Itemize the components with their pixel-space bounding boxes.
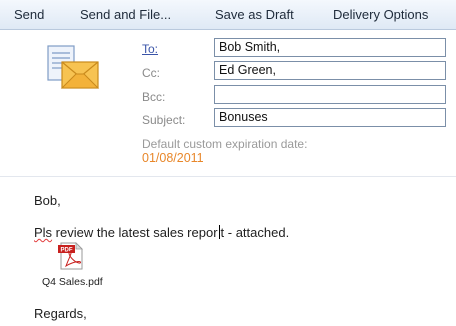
send-button[interactable]: Send	[14, 7, 44, 22]
body-line: Pls review the latest sales repor t - att…	[34, 225, 289, 240]
body-line-part-2: t - attached.	[220, 225, 290, 240]
greeting-text: Bob,	[34, 193, 61, 208]
closing-text: Regards,	[34, 306, 87, 321]
attachment-file-name[interactable]: Q4 Sales.pdf	[42, 276, 103, 288]
subject-label: Subject:	[142, 113, 186, 127]
delivery-options-button[interactable]: Delivery Options	[333, 7, 428, 22]
bcc-label: Bcc:	[142, 90, 166, 104]
save-as-draft-button[interactable]: Save as Draft	[215, 7, 294, 22]
to-label[interactable]: To:	[142, 42, 158, 56]
body-line-part-1: review the latest sales repor	[52, 225, 218, 240]
expiration-date[interactable]: 01/08/2011	[142, 151, 204, 165]
to-field[interactable]: Bob Smith,	[214, 38, 446, 57]
cc-field[interactable]: Ed Green,	[214, 61, 446, 80]
cc-label: Cc:	[142, 66, 160, 80]
misspelled-word[interactable]: Pls	[34, 225, 52, 240]
envelope-icon	[47, 45, 100, 89]
send-and-file-button[interactable]: Send and File...	[80, 7, 171, 22]
header-divider	[0, 176, 456, 177]
subject-field[interactable]: Bonuses	[214, 108, 446, 127]
text-cursor	[218, 225, 220, 239]
toolbar: Send Send and File... Save as Draft Deli…	[0, 0, 456, 30]
expiration-label: Default custom expiration date:	[142, 137, 308, 151]
bcc-field[interactable]	[214, 85, 446, 104]
pdf-file-icon[interactable]: PDF	[58, 242, 84, 270]
